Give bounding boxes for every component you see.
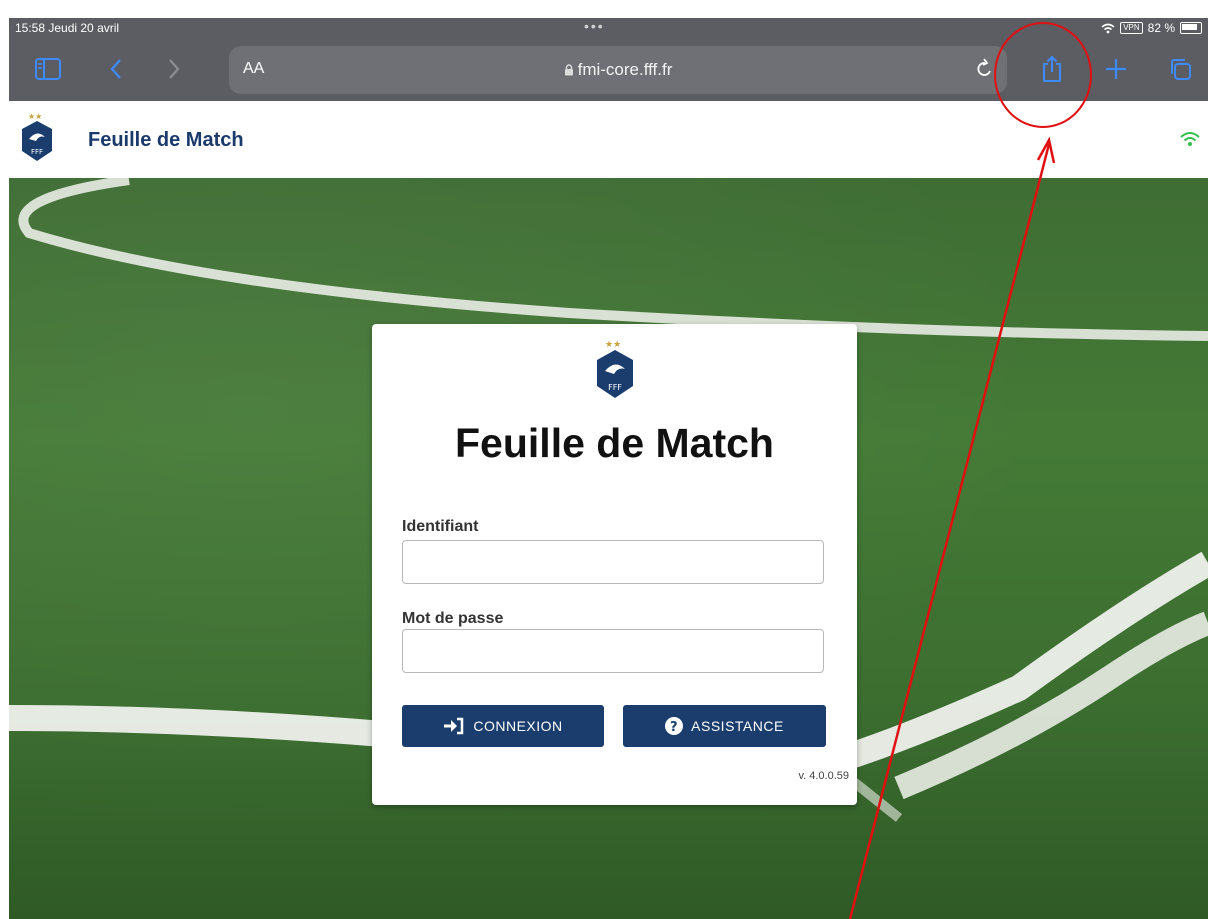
annotation-circle — [994, 22, 1092, 128]
annotation-overlay — [848, 22, 1092, 919]
ipad-screen: 15:58 Jeudi 20 avril ••• VPN 82 % AA fmi… — [9, 18, 1208, 919]
annotation-arrow-line — [848, 143, 1051, 919]
